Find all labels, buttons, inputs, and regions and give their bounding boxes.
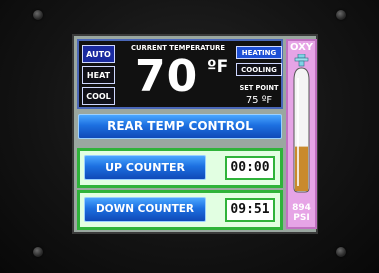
current-temperature-value: 70 <box>135 51 199 102</box>
heat-mode-button[interactable]: HEAT <box>82 66 115 84</box>
screw-bottom-left <box>33 247 43 257</box>
up-counter-time: 00:00 <box>225 156 275 180</box>
tank-fill-level <box>295 146 308 191</box>
oxygen-tank-icon <box>293 54 310 193</box>
down-counter-button[interactable]: DOWN COUNTER <box>84 197 206 222</box>
up-counter-panel: UP COUNTER 00:00 <box>77 148 283 188</box>
down-counter-time: 09:51 <box>225 198 275 222</box>
touch-screen: AUTO HEAT COOL CURRENT TEMPERATURE 70 ºF… <box>72 34 318 234</box>
cooling-status-button[interactable]: COOLING <box>236 63 282 76</box>
rear-temp-control-button[interactable]: REAR TEMP CONTROL <box>78 114 282 139</box>
auto-mode-button[interactable]: AUTO <box>82 45 115 63</box>
oxy-psi-value: 894 <box>292 203 311 213</box>
set-point-label: SET POINT <box>239 84 279 92</box>
thermostat-panel: AUTO HEAT COOL CURRENT TEMPERATURE 70 ºF… <box>77 39 283 109</box>
oxygen-panel: OXY 894 PSI <box>286 39 317 229</box>
screw-bottom-right <box>336 247 346 257</box>
device-bezel: AUTO HEAT COOL CURRENT TEMPERATURE 70 ºF… <box>0 0 379 273</box>
oxy-pressure: 894 PSI <box>288 203 315 223</box>
temperature-unit: ºF <box>207 57 229 77</box>
oxy-psi-unit: PSI <box>293 213 310 223</box>
screw-top-left <box>33 10 43 20</box>
up-counter-button[interactable]: UP COUNTER <box>84 155 206 180</box>
heating-status-button[interactable]: HEATING <box>236 46 282 59</box>
oxy-title: OXY <box>289 42 314 53</box>
screw-top-right <box>336 10 346 20</box>
cool-mode-button[interactable]: COOL <box>82 87 115 105</box>
set-point-value[interactable]: 75 ºF <box>236 95 282 106</box>
down-counter-panel: DOWN COUNTER 09:51 <box>77 190 283 230</box>
